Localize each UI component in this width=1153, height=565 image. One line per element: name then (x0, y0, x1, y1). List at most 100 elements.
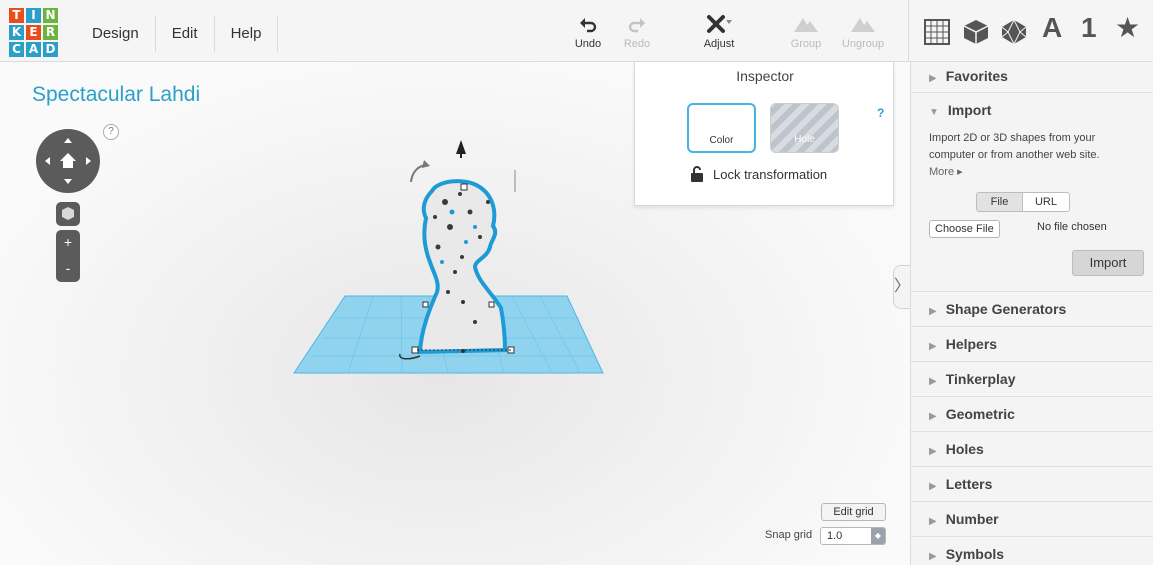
hole-swatch-button[interactable]: Hole (770, 103, 839, 153)
section-label: Helpers (945, 336, 998, 352)
file-status-text: No file chosen (1037, 221, 1107, 233)
expand-triangle-icon: ▶ (929, 73, 937, 84)
section-label: Tinkerplay (945, 371, 1016, 387)
collapse-triangle-icon: ▼ (929, 107, 939, 118)
import-description: Import 2D or 3D shapes from your compute… (929, 132, 1100, 161)
selected-bust-model (417, 179, 508, 355)
import-more-link[interactable]: More ▸ (929, 165, 963, 178)
lock-transformation-toggle[interactable]: Lock transformation (691, 166, 827, 182)
group-icon (794, 18, 818, 32)
section-label: Number (945, 511, 999, 527)
choose-file-button[interactable]: Choose File (929, 220, 1000, 238)
redo-label: Redo (623, 38, 651, 50)
redo-icon (628, 18, 645, 33)
logo-letter: D (43, 42, 58, 57)
project-title[interactable]: Spectacular Lahdi (32, 83, 200, 107)
expand-triangle-icon: ▶ (929, 411, 937, 422)
section-favorites-label: Favorites (945, 68, 1008, 84)
group-label: Group (790, 38, 822, 50)
import-button[interactable]: Import (1072, 250, 1144, 276)
expand-triangle-icon: ▶ (929, 481, 937, 492)
undo-label: Undo (574, 38, 602, 50)
tab-file[interactable]: File (977, 193, 1023, 211)
lift-arrow-icon (456, 140, 466, 154)
ungroup-icon (851, 18, 875, 32)
stepper-arrows-icon: ◆ (871, 528, 885, 544)
section-symbols[interactable]: ▶ Symbols (911, 536, 1153, 565)
tinkercad-logo[interactable]: T I N K E R C A D (9, 8, 58, 57)
expand-triangle-icon: ▶ (929, 306, 937, 317)
section-shape-generators[interactable]: ▶ Shape Generators (911, 291, 1153, 326)
inspector-title: Inspector (736, 68, 794, 84)
section-number[interactable]: ▶ Number (911, 501, 1153, 536)
adjust-button[interactable]: Adjust (694, 14, 744, 50)
sidebar-collapse-button[interactable]: 〉 (893, 265, 910, 309)
undo-button[interactable]: Undo (563, 14, 613, 50)
inspector-panel: Inspector Color Hole ? Lock transformati… (634, 62, 894, 206)
logo-letter: A (26, 42, 41, 57)
logo-letter: E (26, 25, 41, 40)
color-swatch-button[interactable]: Color (687, 103, 756, 153)
adjust-label: Adjust (703, 38, 735, 50)
logo-letter: C (9, 42, 24, 57)
inspector-help-icon[interactable]: ? (877, 106, 884, 120)
view-cube-button[interactable] (56, 202, 80, 226)
expand-triangle-icon: ▶ (929, 551, 937, 562)
section-helpers[interactable]: ▶ Helpers (911, 326, 1153, 361)
ungroup-button[interactable]: Ungroup (838, 14, 888, 50)
logo-letter: T (9, 8, 24, 23)
menu-help[interactable]: Help (215, 16, 279, 52)
section-tinkerplay[interactable]: ▶ Tinkerplay (911, 361, 1153, 396)
section-label: Shape Generators (945, 301, 1067, 317)
expand-triangle-icon: ▶ (929, 446, 937, 457)
section-label: Holes (945, 441, 984, 457)
number-one-icon[interactable]: 1 (1081, 12, 1109, 43)
star-icon[interactable]: ★ (1115, 11, 1143, 44)
unlock-icon (691, 166, 703, 182)
view-help-icon[interactable]: ? (103, 124, 119, 140)
logo-letter: K (9, 25, 24, 40)
tab-url[interactable]: URL (1023, 193, 1069, 211)
shape-category-bar: A 1 ★ (908, 0, 1153, 62)
section-label: Letters (945, 476, 993, 492)
grid-icon[interactable] (923, 18, 951, 46)
home-icon[interactable] (36, 129, 100, 193)
section-letters[interactable]: ▶ Letters (911, 466, 1153, 501)
import-source-toggle: File URL (976, 192, 1070, 212)
section-label: Geometric (945, 406, 1015, 422)
main-menu: Design Edit Help (76, 16, 279, 52)
cube-icon[interactable] (962, 18, 990, 46)
snap-grid-value: 1.0 (827, 530, 843, 542)
letter-a-icon[interactable]: A (1042, 12, 1070, 43)
menu-edit[interactable]: Edit (156, 16, 215, 52)
section-geometric[interactable]: ▶ Geometric (911, 396, 1153, 431)
cube-view-icon (62, 207, 74, 220)
section-label: Symbols (945, 546, 1005, 562)
zoom-control: + - (56, 230, 80, 282)
section-import[interactable]: ▼ Import (911, 92, 1153, 126)
section-holes[interactable]: ▶ Holes (911, 431, 1153, 466)
expand-triangle-icon: ▶ (929, 341, 937, 352)
polyhedron-icon[interactable] (1000, 18, 1028, 46)
view-navigation-control[interactable] (36, 129, 100, 193)
group-button[interactable]: Group (781, 14, 831, 50)
snap-grid-label: Snap grid (765, 529, 813, 541)
zoom-in-button[interactable]: + (56, 230, 80, 256)
ungroup-label: Ungroup (841, 38, 885, 50)
logo-letter: I (26, 8, 41, 23)
menu-design[interactable]: Design (76, 16, 156, 52)
snap-grid-select[interactable]: 1.0 ◆ (820, 527, 886, 545)
expand-triangle-icon: ▶ (929, 376, 937, 387)
lock-transformation-label: Lock transformation (713, 166, 828, 182)
adjust-icon (707, 15, 732, 33)
edit-grid-button[interactable]: Edit grid (821, 503, 886, 521)
undo-icon (580, 18, 597, 33)
section-import-label: Import (947, 102, 992, 118)
redo-button[interactable]: Redo (612, 14, 662, 50)
expand-triangle-icon: ▶ (929, 516, 937, 527)
section-favorites[interactable]: ▶ Favorites (911, 62, 1153, 92)
logo-letter: N (43, 8, 58, 23)
logo-letter: R (43, 25, 58, 40)
top-toolbar: T I N K E R C A D Design Edit Help Undo … (0, 0, 1153, 62)
zoom-out-button[interactable]: - (56, 256, 80, 282)
